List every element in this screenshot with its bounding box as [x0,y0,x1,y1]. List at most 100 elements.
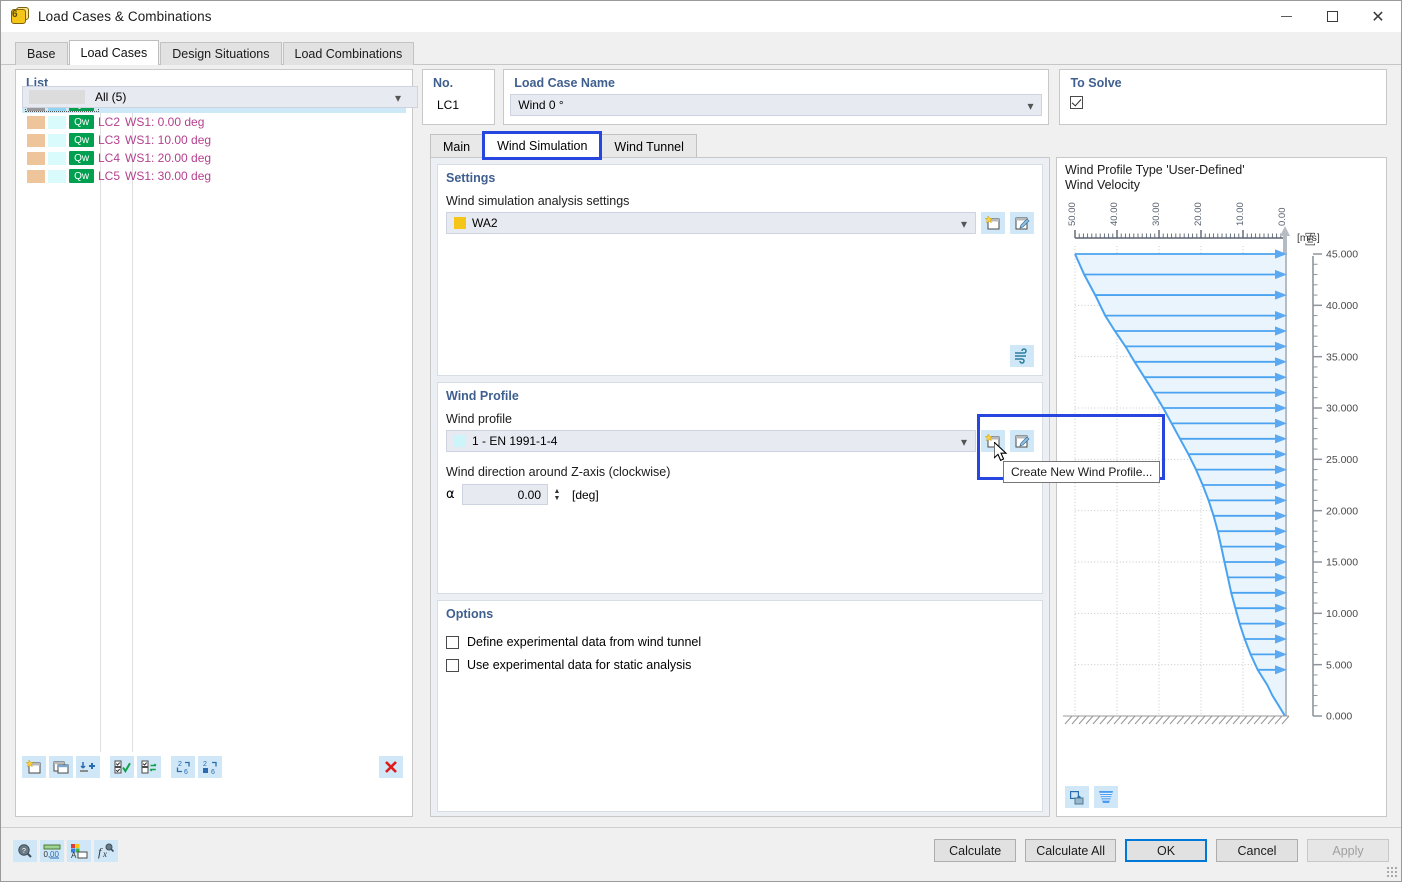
new-wind-analysis-settings-button[interactable] [981,212,1005,234]
wind-direction-label: Wind direction around Z-axis (clockwise) [446,465,671,479]
settings-color-swatch [454,217,466,229]
tab-label: Wind Tunnel [614,139,684,154]
define-experimental-data-checkbox[interactable] [446,635,459,649]
dialog-footer: ? 0, 00 A fx Calculate Calculate All OK C… [1,827,1401,881]
svg-text:0.00: 0.00 [1277,208,1288,227]
tab-load-cases[interactable]: Load Cases [68,40,160,65]
row-number: LC2 [98,115,121,129]
table-row[interactable]: Qw LC5 WS1: 30.00 deg [22,167,406,185]
load-case-name-combo[interactable]: Wind 0 ° ▾ [510,94,1043,116]
alpha-stepper[interactable]: ▲ ▼ [550,484,564,505]
option-define-experimental-data[interactable]: Define experimental data from wind tunne… [438,635,1042,649]
edit-wind-analysis-settings-button[interactable] [1010,212,1034,234]
status-badge: Qw [69,133,94,147]
use-experimental-data-checkbox[interactable] [446,658,459,672]
window-title: Load Cases & Combinations [38,9,212,24]
tab-label: Wind Simulation [497,139,588,153]
cancel-button[interactable]: Cancel [1216,839,1298,862]
wind-analysis-settings-combo[interactable]: WA2 ▾ [446,212,976,234]
alpha-input[interactable]: 0.00 [462,484,548,505]
formula-button[interactable]: fx [94,840,118,862]
row-number: LC4 [98,151,121,165]
wind-flow-settings-button[interactable] [1010,345,1034,367]
option-use-experimental-data[interactable]: Use experimental data for static analysi… [438,658,1042,672]
calculate-all-button[interactable]: Calculate All [1025,839,1116,862]
tab-label: Load Combinations [294,47,403,61]
load-case-list-panel: List Qw LC1 Wind 0 ° Qw LC2 [15,69,418,817]
row-swatches: Qw [22,133,94,147]
export-chart-image-button[interactable] [1065,786,1089,808]
copy-load-case-button[interactable] [49,756,73,778]
show-chart-table-button[interactable] [1094,786,1118,808]
select-all-button[interactable] [110,756,134,778]
row-swatches: Qw [22,151,94,165]
row-swatches: Qw [22,115,94,129]
to-solve-checkbox[interactable] [1070,96,1084,109]
option-label: Use experimental data for static analysi… [467,658,692,672]
svg-text:50.00: 50.00 [1067,202,1078,226]
edit-wind-profile-button[interactable] [1010,430,1034,452]
filter-color-swatch [29,90,85,104]
minimize-button[interactable] [1263,1,1309,32]
row-number: LC3 [98,133,121,147]
svg-text:30.000: 30.000 [1326,403,1358,415]
svg-text:2: 2 [203,761,207,768]
app-icon: 6 [9,6,31,28]
tab-base[interactable]: Base [15,42,68,65]
tab-wind-tunnel[interactable]: Wind Tunnel [601,134,697,158]
load-case-no-field: No. LC1 [422,69,496,125]
invert-selection-button[interactable] [137,756,161,778]
field-label: No. [433,76,454,90]
table-row[interactable]: Qw LC4 WS1: 20.00 deg [22,149,406,167]
new-load-case-button[interactable] [22,756,46,778]
display-properties-button[interactable]: A [67,840,91,862]
svg-text:10.000: 10.000 [1326,608,1358,620]
delete-load-case-button[interactable] [379,756,403,778]
close-button[interactable]: ✕ [1355,1,1401,32]
import-load-case-button[interactable] [76,756,100,778]
chart-title-line2: Wind Velocity [1065,178,1141,192]
wind-profile-value: 1 - EN 1991-1-4 [472,434,558,448]
alpha-value: 0.00 [517,487,541,502]
maximize-button[interactable] [1309,1,1355,32]
renumber-button[interactable]: 26 [171,756,195,778]
svg-text:40.00: 40.00 [1109,202,1120,226]
wind-profile-combo[interactable]: 1 - EN 1991-1-4 ▾ [446,430,976,452]
svg-text:40.000: 40.000 [1326,300,1358,312]
apply-button[interactable]: Apply [1307,839,1389,862]
help-button[interactable]: ? [13,840,37,862]
status-badge: Qw [69,151,94,165]
row-name: WS1: 20.00 deg [125,151,212,165]
list-toolbar: 26 26 [22,754,406,780]
content-area: No. LC1 Load Case Name Wind 0 ° ▾ To Sol… [422,69,1388,817]
svg-text:?: ? [22,848,26,855]
svg-text:6: 6 [211,769,215,775]
svg-text:6: 6 [184,769,188,775]
table-row[interactable]: Qw LC2 WS1: 0.00 deg [22,113,406,131]
list-filter-combo[interactable]: All (5) ▾ [22,86,418,108]
load-case-name-field: Load Case Name Wind 0 ° ▾ [503,69,1050,125]
load-case-list[interactable]: Qw LC1 Wind 0 ° Qw LC2 WS1: 0.00 deg Q [22,94,406,752]
sort-button[interactable]: 26 [198,756,222,778]
title-bar: 6 Load Cases & Combinations ✕ [1,1,1401,32]
resize-grip[interactable] [1386,866,1398,878]
load-case-name-value: Wind 0 ° [518,98,564,112]
tab-label: Base [27,47,56,61]
wind-profile-chart-panel: Wind Profile Type 'User-Defined' Wind Ve… [1056,157,1387,817]
tab-main[interactable]: Main [430,134,484,158]
tab-design-situations[interactable]: Design Situations [160,42,282,65]
decimal-places-button[interactable]: 0, 00 [40,840,64,862]
chart-toolbar [1065,786,1118,808]
svg-text:5.000: 5.000 [1326,659,1352,671]
tab-wind-simulation[interactable]: Wind Simulation [482,131,603,160]
calculate-button[interactable]: Calculate [934,839,1017,862]
tab-load-combinations[interactable]: Load Combinations [282,42,415,65]
svg-text:A: A [71,851,77,859]
ok-button[interactable]: OK [1125,839,1207,862]
row-swatches: Qw [22,169,94,183]
header-fields-row: No. LC1 Load Case Name Wind 0 ° ▾ To Sol… [422,69,1388,125]
status-badge: Qw [69,169,94,183]
table-row[interactable]: Qw LC3 WS1: 10.00 deg [22,131,406,149]
row-name: WS1: 10.00 deg [125,133,212,147]
load-cases-dialog: 6 Load Cases & Combinations ✕ Base Load … [0,0,1402,882]
